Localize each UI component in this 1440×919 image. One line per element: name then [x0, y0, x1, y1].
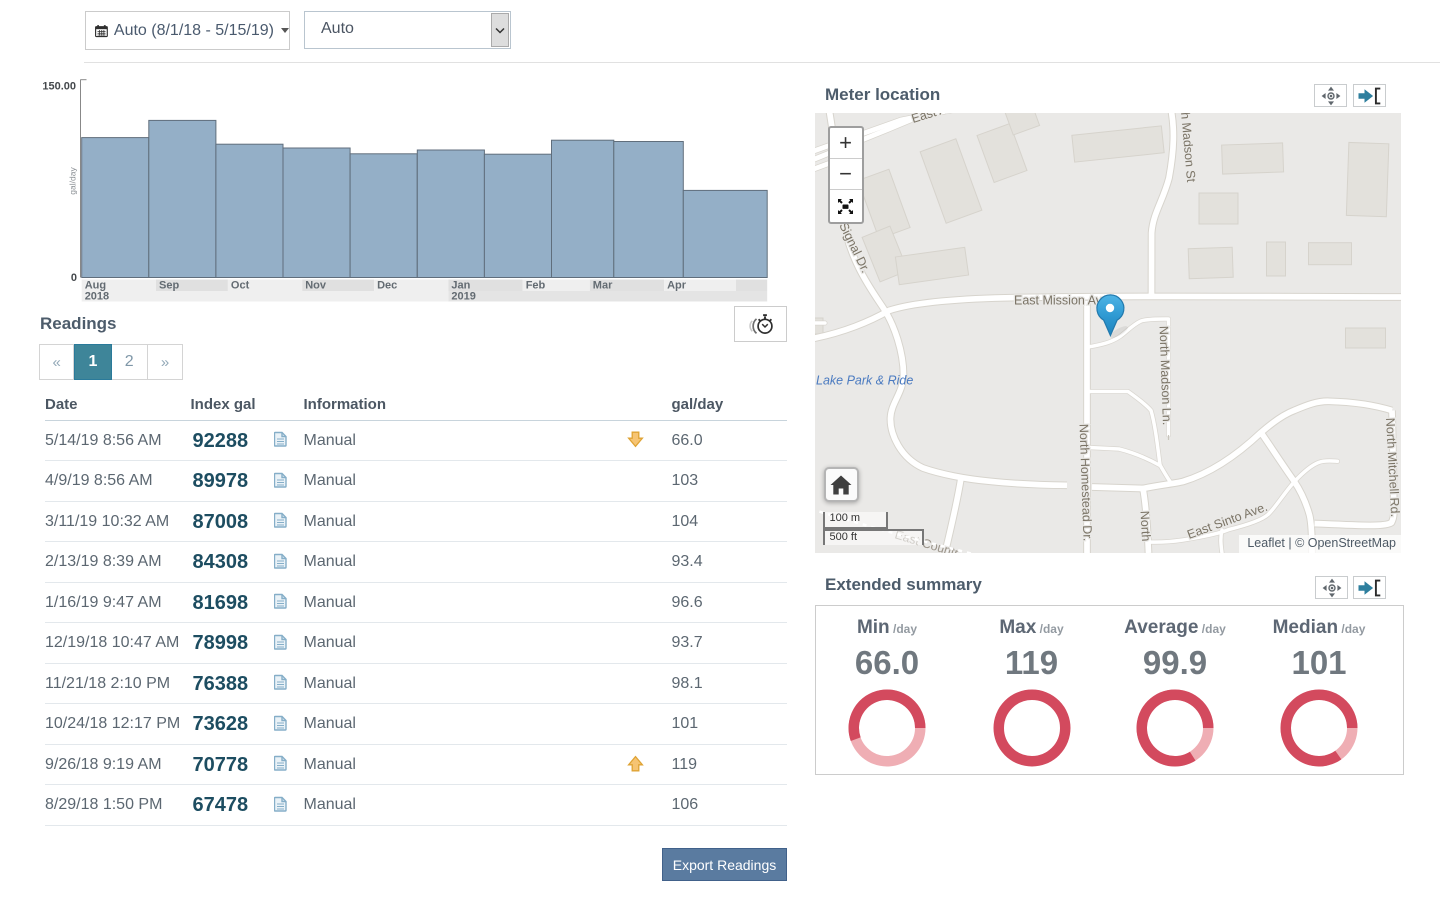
svg-text:North: North	[1137, 511, 1153, 542]
svg-text:2018: 2018	[85, 291, 109, 303]
svg-text:Apr: Apr	[667, 280, 687, 292]
svg-text:0: 0	[71, 272, 77, 284]
svg-text:Lake Park & Ride: Lake Park & Ride	[816, 374, 913, 388]
svg-text:Nov: Nov	[305, 280, 327, 292]
svg-text:Oct: Oct	[231, 280, 250, 292]
svg-text:gal/day: gal/day	[68, 167, 78, 195]
svg-text:Feb: Feb	[526, 280, 546, 292]
svg-text:Dec: Dec	[377, 280, 397, 292]
svg-text:Mar: Mar	[593, 280, 613, 292]
svg-text:Sep: Sep	[159, 280, 179, 292]
svg-text:2019: 2019	[451, 291, 475, 303]
svg-text:150.00: 150.00	[42, 80, 76, 92]
